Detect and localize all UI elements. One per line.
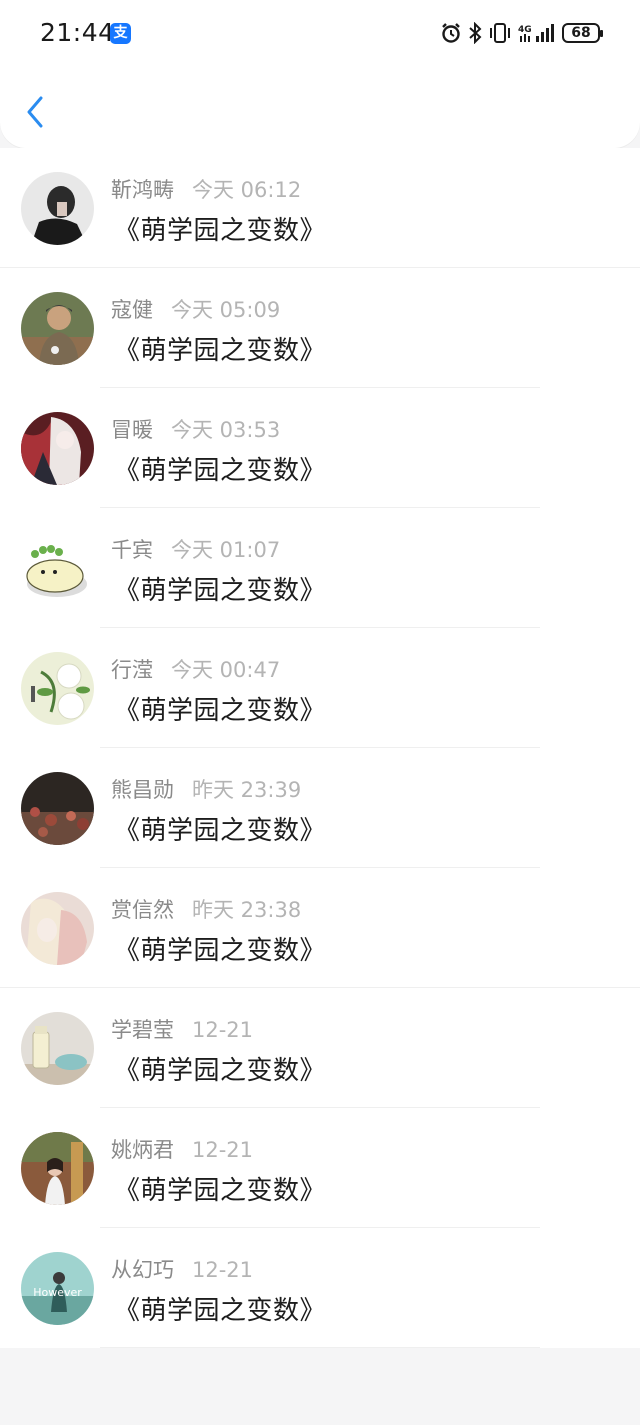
avatar[interactable]: However — [21, 1252, 94, 1325]
timestamp: 12-21 — [192, 1018, 254, 1042]
list-item[interactable]: 冒暖 今天 03:53 《萌学园之变数》 — [0, 388, 640, 508]
item-meta: 赏信然 昨天 23:38 — [111, 894, 301, 922]
sender-name: 姚炳君 — [111, 1138, 174, 1162]
avatar[interactable] — [21, 172, 94, 245]
signal-icon: 4G — [518, 22, 556, 44]
timestamp: 今天 05:09 — [171, 298, 281, 322]
status-time: 21:44 — [40, 18, 115, 47]
status-bar: 21:44 支 4G 68 — [0, 0, 640, 68]
sender-name: 赏信然 — [111, 898, 174, 922]
vibrate-icon — [488, 22, 512, 44]
avatar-caption: However — [33, 1286, 82, 1299]
sender-name: 行滢 — [111, 658, 153, 682]
timestamp: 昨天 23:38 — [192, 898, 302, 922]
avatar[interactable] — [21, 532, 94, 605]
message-text: 《萌学园之变数》 — [114, 216, 327, 246]
list-item[interactable]: 寇健 今天 05:09 《萌学园之变数》 — [0, 268, 640, 388]
alarm-icon — [440, 22, 462, 44]
item-meta: 姚炳君 12-21 — [111, 1134, 253, 1162]
sender-name: 冒暖 — [111, 418, 153, 442]
list-item[interactable]: 千宾 今天 01:07 《萌学园之变数》 — [0, 508, 640, 628]
message-text: 《萌学园之变数》 — [114, 816, 327, 846]
timestamp: 昨天 23:39 — [192, 778, 302, 802]
avatar[interactable] — [21, 892, 94, 965]
list-item[interactable]: 熊昌勋 昨天 23:39 《萌学园之变数》 — [0, 748, 640, 868]
divider — [100, 1347, 540, 1348]
status-icons: 4G 68 — [440, 18, 603, 48]
message-text: 《萌学园之变数》 — [114, 1296, 327, 1326]
item-meta: 靳鸿畴 今天 06:12 — [111, 174, 301, 202]
sender-name: 熊昌勋 — [111, 778, 174, 802]
item-meta: 寇健 今天 05:09 — [111, 294, 280, 322]
timestamp: 12-21 — [192, 1258, 254, 1282]
avatar[interactable] — [21, 652, 94, 725]
message-text: 《萌学园之变数》 — [114, 1056, 327, 1086]
avatar[interactable] — [21, 412, 94, 485]
chevron-left-icon — [27, 96, 43, 128]
avatar[interactable] — [21, 772, 94, 845]
message-text: 《萌学园之变数》 — [114, 1176, 327, 1206]
avatar[interactable] — [21, 1132, 94, 1205]
timestamp: 今天 00:47 — [171, 658, 281, 682]
list-item[interactable]: 赏信然 昨天 23:38 《萌学园之变数》 — [0, 868, 640, 988]
page: 21:44 支 4G 68 靳鸿畴 今天 06:12 《萌学园之变数》 寇健 今… — [0, 0, 640, 1425]
alipay-icon: 支 — [110, 23, 131, 44]
sender-name: 寇健 — [111, 298, 153, 322]
header: 21:44 支 4G 68 — [0, 0, 640, 148]
item-meta: 千宾 今天 01:07 — [111, 534, 280, 562]
list-item[interactable]: 靳鸿畴 今天 06:12 《萌学园之变数》 — [0, 148, 640, 268]
message-text: 《萌学园之变数》 — [114, 696, 327, 726]
sender-name: 千宾 — [111, 538, 153, 562]
list-item[interactable]: However 从幻巧 12-21 《萌学园之变数》 — [0, 1228, 640, 1348]
message-text: 《萌学园之变数》 — [114, 456, 327, 486]
sender-name: 从幻巧 — [111, 1258, 174, 1282]
item-meta: 行滢 今天 00:47 — [111, 654, 280, 682]
list-item[interactable]: 姚炳君 12-21 《萌学园之变数》 — [0, 1108, 640, 1228]
message-text: 《萌学园之变数》 — [114, 936, 327, 966]
item-meta: 从幻巧 12-21 — [111, 1254, 253, 1282]
sender-name: 学碧莹 — [111, 1018, 174, 1042]
back-button[interactable] — [20, 90, 50, 134]
message-text: 《萌学园之变数》 — [114, 336, 327, 366]
avatar[interactable] — [21, 292, 94, 365]
item-meta: 熊昌勋 昨天 23:39 — [111, 774, 301, 802]
message-text: 《萌学园之变数》 — [114, 576, 327, 606]
message-list: 靳鸿畴 今天 06:12 《萌学园之变数》 寇健 今天 05:09 《萌学园之变… — [0, 148, 640, 1348]
timestamp: 今天 03:53 — [171, 418, 281, 442]
bluetooth-icon — [468, 22, 482, 44]
item-meta: 学碧莹 12-21 — [111, 1014, 253, 1042]
timestamp: 今天 01:07 — [171, 538, 281, 562]
list-item[interactable]: 行滢 今天 00:47 《萌学园之变数》 — [0, 628, 640, 748]
svg-text:4G: 4G — [518, 25, 532, 35]
list-item[interactable]: 学碧莹 12-21 《萌学园之变数》 — [0, 988, 640, 1108]
timestamp: 12-21 — [192, 1138, 254, 1162]
avatar[interactable] — [21, 1012, 94, 1085]
item-meta: 冒暖 今天 03:53 — [111, 414, 280, 442]
timestamp: 今天 06:12 — [192, 178, 302, 202]
battery-icon: 68 — [562, 23, 603, 43]
sender-name: 靳鸿畴 — [111, 178, 174, 202]
